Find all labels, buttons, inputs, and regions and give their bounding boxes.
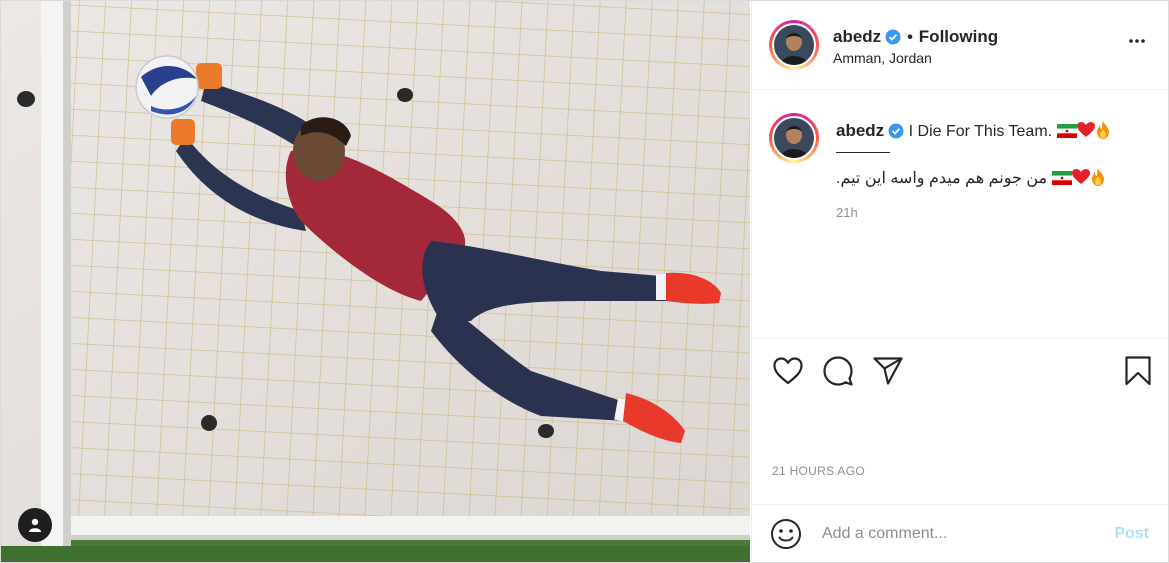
iran-flag-icon bbox=[1051, 170, 1072, 187]
post-photo[interactable] bbox=[1, 1, 750, 562]
separator-dot: • bbox=[907, 29, 913, 46]
caption-username[interactable]: abedz bbox=[836, 121, 884, 140]
user-tag-icon[interactable] bbox=[18, 508, 52, 542]
post-dialog: abedz • Following Amman, Jordan abedz I Di… bbox=[0, 0, 1169, 563]
caption-persian-line: .من جونم هم میدم واسه این تیم bbox=[836, 168, 1106, 188]
comment-input[interactable] bbox=[822, 521, 1092, 547]
caption-text: abedz I Die For This Team. bbox=[836, 121, 1111, 144]
verified-icon bbox=[888, 123, 904, 144]
caption-divider bbox=[836, 152, 890, 153]
action-bar bbox=[752, 354, 1168, 394]
more-options-icon[interactable] bbox=[1127, 31, 1147, 56]
caption-persian: .من جونم هم میدم واسه این تیم bbox=[836, 170, 1048, 187]
comment-bar: Post bbox=[752, 504, 1168, 562]
caption-area: abedz I Die For This Team. .من جونم هم م… bbox=[752, 90, 1168, 339]
iran-flag-icon bbox=[1056, 123, 1077, 140]
fire-emoji-icon bbox=[1095, 121, 1111, 140]
post-header: abedz • Following Amman, Jordan bbox=[752, 1, 1168, 90]
heart-emoji-icon bbox=[1071, 169, 1090, 187]
comment-icon[interactable] bbox=[821, 354, 855, 388]
verified-icon bbox=[885, 29, 901, 50]
caption-avatar[interactable] bbox=[769, 113, 819, 163]
post-comment-button[interactable]: Post bbox=[1114, 525, 1149, 543]
emoji-icon[interactable] bbox=[770, 518, 802, 550]
caption-english: I Die For This Team. bbox=[908, 123, 1053, 140]
post-side-panel: abedz • Following Amman, Jordan abedz I Di… bbox=[751, 1, 1168, 562]
like-icon[interactable] bbox=[771, 354, 805, 388]
save-icon[interactable] bbox=[1121, 354, 1155, 388]
share-icon[interactable] bbox=[871, 354, 905, 388]
caption-time[interactable]: 21h bbox=[836, 205, 858, 220]
goalkeeper-photo bbox=[1, 1, 750, 562]
username[interactable]: abedz bbox=[833, 27, 881, 46]
fire-emoji-icon bbox=[1090, 168, 1106, 187]
heart-emoji-icon bbox=[1076, 122, 1095, 140]
post-timestamp[interactable]: 21 HOURS AGO bbox=[772, 464, 865, 478]
avatar[interactable] bbox=[769, 20, 819, 70]
following-button[interactable]: Following bbox=[919, 27, 998, 46]
location-link[interactable]: Amman, Jordan bbox=[833, 50, 932, 66]
